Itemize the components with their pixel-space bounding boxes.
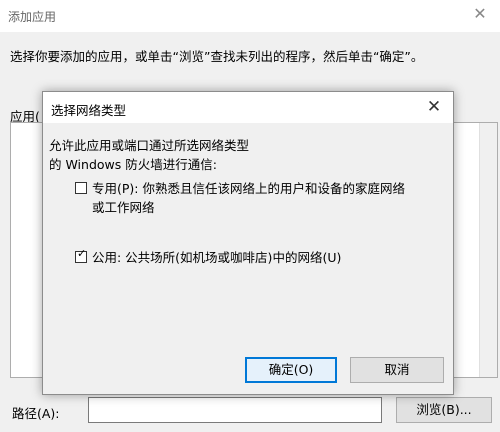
path-label: 路径(A): (12, 406, 60, 421)
private-option-label: 专用(P): 你熟悉且信任该网络上的用户和设备的家庭网络或工作网络 (92, 181, 405, 215)
path-input[interactable] (88, 397, 382, 423)
ok-button[interactable]: 确定(O) (245, 357, 337, 383)
network-type-dialog: 选择网络类型 ✕ 允许此应用或端口通过所选网络类型 的 Windows 防火墙进… (42, 91, 454, 395)
parent-close-icon[interactable]: ✕ (472, 6, 488, 22)
checkmark-icon: ✓ (77, 247, 87, 260)
description-line-1: 允许此应用或端口通过所选网络类型 (49, 138, 250, 153)
parent-titlebar: 添加应用 ✕ (0, 0, 500, 32)
browse-button[interactable]: 浏览(B)... (396, 397, 492, 423)
apps-list-scrollbar[interactable] (479, 123, 497, 377)
cancel-button[interactable]: 取消 (350, 357, 444, 383)
dialog-close-icon[interactable]: ✕ (425, 98, 443, 116)
dialog-description: 允许此应用或端口通过所选网络类型 的 Windows 防火墙进行通信: (49, 136, 249, 174)
private-checkbox[interactable] (75, 182, 87, 194)
dialog-titlebar: 选择网络类型 ✕ (43, 92, 453, 123)
description-line-2: 的 Windows 防火墙进行通信: (49, 157, 217, 172)
parent-instructions: 选择你要添加的应用，或单击“浏览”查找未列出的程序，然后单击“确定”。 (10, 49, 424, 64)
parent-window-title: 添加应用 (8, 10, 57, 24)
dialog-title: 选择网络类型 (51, 103, 127, 118)
public-checkbox[interactable]: ✓ (75, 247, 87, 263)
public-option-label: 公用: 公共场所(如机场或咖啡店)中的网络(U) (92, 250, 342, 265)
